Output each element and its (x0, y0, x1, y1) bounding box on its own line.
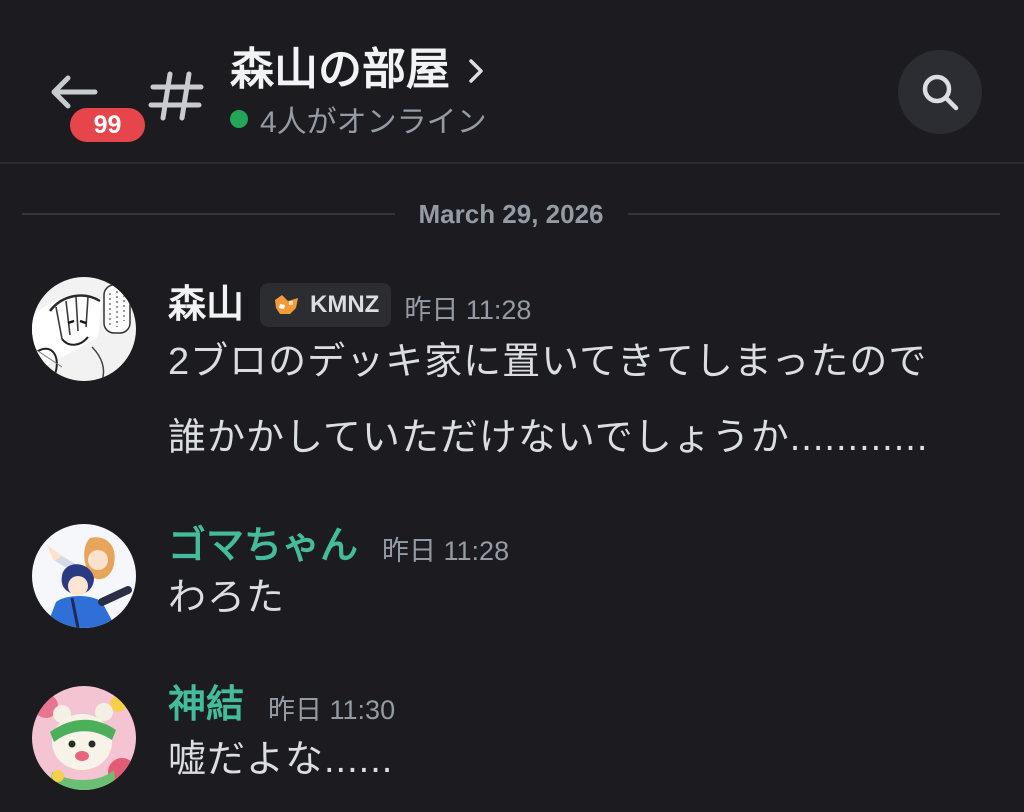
title-row: 森山の部屋 (230, 40, 484, 100)
message-content: 嘘だよな...... (168, 722, 393, 798)
online-status: 4人がオンライン (230, 102, 487, 139)
date-divider-line-right (627, 213, 1001, 215)
online-status-dot (230, 110, 248, 128)
message[interactable]: 森山 KMNZ 昨日 11:28 2ブロのデッキ家に置いてきてしまったので 誰か… (0, 277, 1024, 467)
channel-name: 森山の部屋 (230, 45, 450, 94)
search-icon (922, 74, 959, 111)
online-count: 4人がオンライン (260, 106, 487, 139)
message[interactable]: 神結 昨日 11:30 嘘だよな...... (0, 684, 1024, 798)
kmnz-tag-icon (275, 295, 299, 314)
date-divider: March 29, 2026 (22, 196, 1001, 232)
search-button[interactable] (898, 50, 982, 134)
date-divider-label: March 29, 2026 (418, 198, 604, 229)
message-line: 嘘だよな...... (168, 739, 394, 781)
avatar[interactable] (32, 277, 136, 381)
date-divider-line-left (22, 213, 395, 215)
server-tag-label: KMNZ (310, 291, 380, 318)
message[interactable]: ゴマちゃん 昨日 11:28 わろた (0, 524, 1024, 634)
channel-title-button[interactable]: 森山の部屋 4人がオンライン (228, 40, 828, 140)
header-divider (0, 162, 1024, 164)
message-timestamp: 昨日 11:30 (268, 695, 396, 725)
message-timestamp: 昨日 11:28 (404, 295, 532, 325)
message-content: わろた (168, 560, 285, 636)
author-name[interactable]: 森山 (168, 282, 244, 328)
message-line: 2ブロのデッキ家に置いてきてしまったので (168, 341, 928, 383)
message-content: 2ブロのデッキ家に置いてきてしまったので 誰かかしていただけないでしょうか...… (168, 324, 928, 476)
message-header: 森山 KMNZ 昨日 11:28 (168, 282, 531, 328)
message-timestamp: 昨日 11:28 (382, 536, 510, 566)
back-button[interactable]: 99 (40, 60, 152, 150)
server-tag[interactable]: KMNZ (260, 283, 392, 327)
hash-icon (148, 71, 204, 121)
avatar[interactable] (32, 686, 136, 790)
unread-count-badge: 99 (66, 104, 149, 146)
avatar[interactable] (32, 524, 136, 628)
message-line: わろた (168, 577, 286, 619)
message-line: 誰かかしていただけないでしょうか............ (168, 417, 929, 459)
chevron-right-icon (469, 59, 483, 83)
